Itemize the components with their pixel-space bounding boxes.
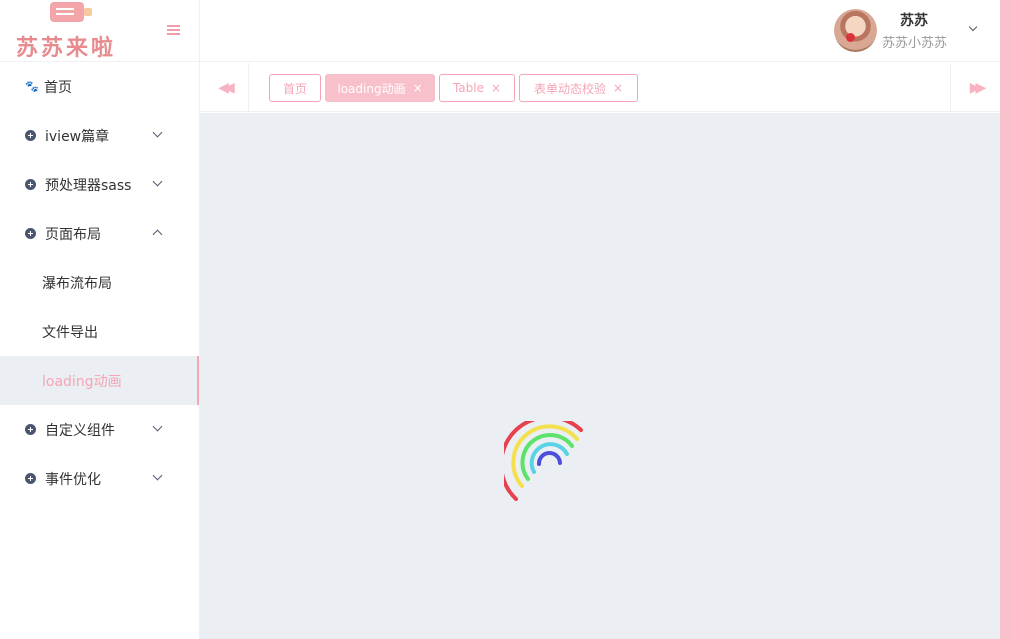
logo-text: 苏苏来啦 (16, 35, 117, 61)
plus-circle-icon (25, 424, 36, 435)
sidebar-subitem-waterfall[interactable]: 瀑布流布局 (0, 258, 199, 307)
plus-circle-icon (25, 179, 36, 190)
sidebar-item-label: 页面布局 (45, 226, 101, 243)
tags-next-button[interactable]: ▶▶ (950, 63, 1000, 112)
avatar[interactable] (834, 9, 877, 52)
spinner-arc-cyan (529, 442, 569, 474)
menu-toggle-icon[interactable] (167, 25, 180, 35)
plus-circle-icon (25, 130, 36, 141)
sidebar-menu: 🐾 首页 iview篇章 预处理器sass 页面布局 瀑布流布局 文件导出 lo… (0, 62, 199, 503)
paw-icon: 🐾 (25, 80, 39, 93)
user-name: 苏苏 (900, 13, 928, 29)
chevron-down-icon[interactable] (968, 22, 978, 32)
sidebar-subitem-label: 文件导出 (42, 324, 98, 341)
rainbow-loading-spinner (504, 421, 583, 501)
logo-area: 苏苏来啦 (0, 0, 199, 62)
tag-home[interactable]: 首页 (269, 74, 321, 102)
sidebar: 苏苏来啦 🐾 首页 iview篇章 预处理器sass 页面布局 瀑布流布局 文件… (0, 0, 200, 639)
close-icon[interactable]: × (413, 81, 423, 95)
sidebar-item-label: 事件优化 (45, 471, 101, 488)
chevron-down-icon (152, 127, 163, 138)
sidebar-subitem-label: loading动画 (42, 373, 122, 390)
tag-loading[interactable]: loading动画 × (325, 74, 435, 102)
plus-circle-icon (25, 228, 36, 239)
sidebar-item-sass[interactable]: 预处理器sass (0, 160, 199, 209)
sidebar-subitem-label: 瀑布流布局 (42, 275, 112, 292)
tag-label: Table (452, 81, 484, 95)
logo[interactable]: 苏苏来啦 (4, 0, 132, 61)
tag-table[interactable]: Table × (439, 74, 515, 102)
sidebar-subitem-export[interactable]: 文件导出 (0, 307, 199, 356)
sidebar-item-events[interactable]: 事件优化 (0, 454, 199, 503)
tags-bar: ◀◀ 首页 loading动画 × Table × 表单动态校验 × ▶▶ (200, 63, 1000, 112)
sidebar-item-label: 预处理器sass (45, 177, 132, 194)
sidebar-item-label: 首页 (44, 79, 72, 96)
tag-label: 表单动态校验 (533, 81, 606, 96)
spinner-arc-green (520, 433, 574, 481)
sidebar-item-components[interactable]: 自定义组件 (0, 405, 199, 454)
sidebar-subitem-loading[interactable]: loading动画 (0, 356, 199, 405)
close-icon[interactable]: × (613, 81, 623, 95)
chevron-down-icon (152, 470, 163, 481)
baby-bottle-icon (50, 2, 92, 22)
plus-circle-icon (25, 473, 36, 484)
chevron-up-icon (152, 229, 163, 240)
scrollbar[interactable] (1000, 0, 1011, 639)
header: 苏苏 苏苏小苏苏 (200, 0, 1011, 62)
user-nickname: 苏苏小苏苏 (882, 36, 948, 51)
spinner-arc-blue (537, 451, 562, 466)
tag-label: 首页 (282, 81, 307, 96)
chevron-down-icon (152, 176, 163, 187)
tag-label: loading动画 (337, 81, 406, 96)
sidebar-item-layout[interactable]: 页面布局 (0, 209, 199, 258)
tags-prev-button[interactable]: ◀◀ (200, 63, 249, 112)
main-content (200, 113, 1000, 639)
close-icon[interactable]: × (491, 81, 501, 95)
sidebar-item-label: iview篇章 (45, 128, 110, 145)
sidebar-item-label: 自定义组件 (45, 422, 115, 439)
sidebar-item-home[interactable]: 🐾 首页 (0, 62, 199, 111)
chevron-down-icon (152, 421, 163, 432)
tag-form-validation[interactable]: 表单动态校验 × (519, 74, 638, 102)
sidebar-item-iview[interactable]: iview篇章 (0, 111, 199, 160)
